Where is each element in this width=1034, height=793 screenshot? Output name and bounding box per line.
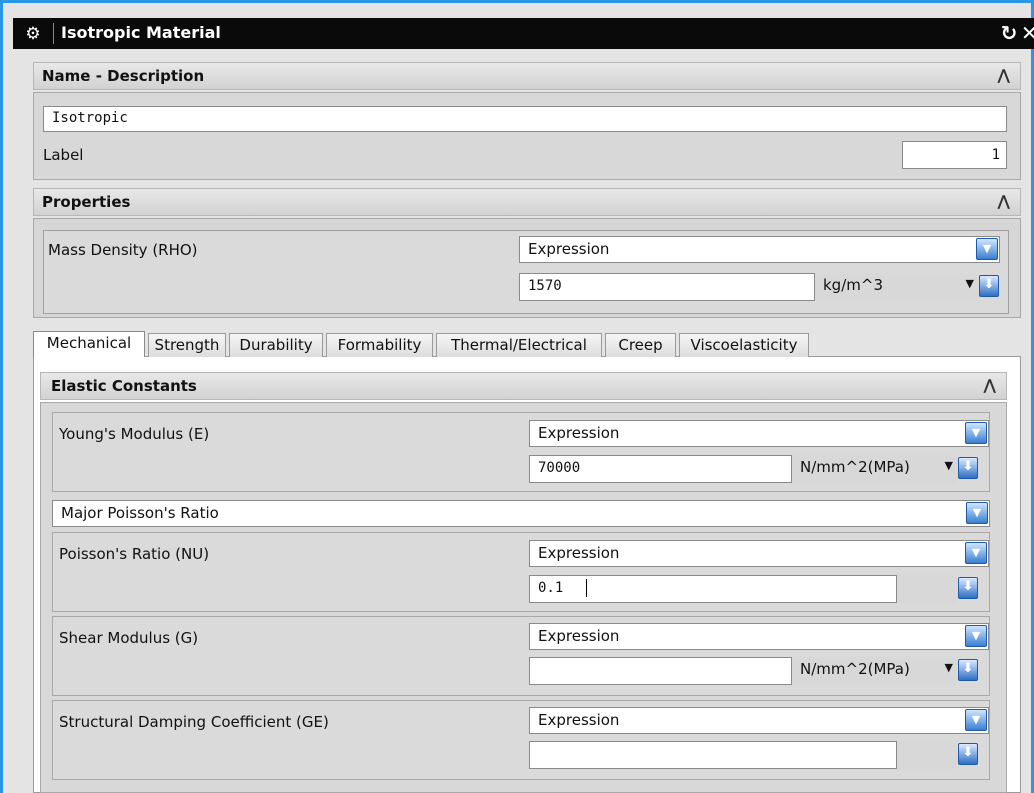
- tab-mechanical[interactable]: Mechanical: [33, 331, 145, 357]
- dropdown-icon[interactable]: ▼: [965, 709, 987, 731]
- tab-viscoelasticity[interactable]: Viscoelasticity: [679, 333, 809, 357]
- unit-label: kg/m^3: [823, 276, 883, 294]
- poisson-ratio-value-input[interactable]: 0.1: [529, 575, 897, 603]
- collapse-icon[interactable]: ⋀: [983, 376, 996, 394]
- properties-header[interactable]: Properties ⋀: [33, 188, 1021, 216]
- gear-icon[interactable]: ⚙: [23, 24, 43, 44]
- section-title: Name - Description: [42, 67, 205, 85]
- down-arrow-icon[interactable]: ⬇: [958, 577, 978, 599]
- dropdown-icon[interactable]: ▼: [976, 238, 998, 260]
- mass-density-type-select[interactable]: Expression ▼: [519, 236, 1000, 263]
- tab-creep[interactable]: Creep: [605, 333, 676, 357]
- close-icon[interactable]: ✕: [1021, 21, 1034, 45]
- name-input[interactable]: Isotropic: [43, 106, 1007, 132]
- youngs-modulus-label: Young's Modulus (E): [59, 425, 210, 443]
- chevron-down-icon: ▼: [944, 661, 953, 674]
- structural-damping-type-select[interactable]: Expression ▼: [529, 707, 989, 734]
- mass-density-label: Mass Density (RHO): [48, 241, 198, 259]
- unit-label: N/mm^2(MPa): [800, 458, 910, 476]
- poisson-ratio-type-select[interactable]: Major Poisson's Ratio ▼: [52, 500, 990, 527]
- reset-icon[interactable]: ↻: [998, 21, 1020, 45]
- chevron-down-icon: ▼: [965, 277, 974, 290]
- down-arrow-icon[interactable]: ⬇: [958, 743, 978, 765]
- tab-formability[interactable]: Formability: [326, 333, 433, 357]
- shear-modulus-type-select[interactable]: Expression ▼: [529, 623, 989, 650]
- mass-density-value-input[interactable]: 1570: [519, 273, 815, 301]
- title-separator: [53, 23, 54, 44]
- dropdown-icon[interactable]: ▼: [965, 422, 987, 444]
- shear-modulus-label: Shear Modulus (G): [59, 629, 199, 647]
- dropdown-icon[interactable]: ▼: [966, 502, 988, 524]
- structural-damping-unit-area: [897, 741, 957, 769]
- input-value: 70000: [538, 460, 581, 476]
- chevron-down-icon: ▼: [944, 459, 953, 472]
- selected-value: Major Poisson's Ratio: [61, 504, 219, 522]
- section-title: Properties: [42, 193, 131, 211]
- section-title: Elastic Constants: [51, 377, 197, 395]
- title-bar: ⚙ Isotropic Material ↻ ✕: [13, 18, 1034, 49]
- collapse-icon[interactable]: ⋀: [997, 66, 1010, 84]
- dialog-title: Isotropic Material: [61, 23, 221, 42]
- dropdown-icon[interactable]: ▼: [965, 625, 987, 647]
- poisson-ratio-unit-area: [897, 575, 957, 603]
- youngs-modulus-value-input[interactable]: 70000: [529, 455, 792, 483]
- structural-damping-label: Structural Damping Coefficient (GE): [59, 713, 329, 731]
- selected-value: Expression: [538, 627, 620, 645]
- input-value: 0.1: [538, 580, 564, 596]
- structural-damping-value-input[interactable]: [529, 741, 897, 769]
- tab-thermal-electrical[interactable]: Thermal/Electrical: [436, 333, 602, 357]
- shear-modulus-value-input[interactable]: [529, 657, 792, 685]
- unit-label: N/mm^2(MPa): [800, 660, 910, 678]
- collapse-icon[interactable]: ⋀: [997, 192, 1010, 210]
- youngs-modulus-type-select[interactable]: Expression ▼: [529, 420, 989, 447]
- youngs-modulus-unit-select[interactable]: N/mm^2(MPa) ▼: [792, 455, 957, 483]
- text-cursor: [586, 579, 587, 597]
- tab-strength[interactable]: Strength: [148, 333, 226, 357]
- down-arrow-icon[interactable]: ⬇: [958, 659, 978, 681]
- selected-value: Expression: [538, 711, 620, 729]
- mass-density-unit-select[interactable]: kg/m^3 ▼: [815, 273, 978, 301]
- selected-value: Expression: [538, 544, 620, 562]
- poisson-ratio-expression-select[interactable]: Expression ▼: [529, 540, 989, 567]
- tab-durability[interactable]: Durability: [229, 333, 323, 357]
- elastic-constants-header[interactable]: Elastic Constants ⋀: [40, 372, 1007, 400]
- down-arrow-icon[interactable]: ⬇: [979, 275, 999, 297]
- selected-value: Expression: [528, 240, 610, 258]
- name-description-header[interactable]: Name - Description ⋀: [33, 62, 1021, 90]
- down-arrow-icon[interactable]: ⬇: [958, 457, 978, 479]
- shear-modulus-unit-select[interactable]: N/mm^2(MPa) ▼: [792, 657, 957, 685]
- label-input[interactable]: 1: [902, 141, 1007, 169]
- selected-value: Expression: [538, 424, 620, 442]
- input-value: 1570: [528, 278, 562, 294]
- poisson-ratio-label: Poisson's Ratio (NU): [59, 545, 210, 563]
- label-label: Label: [43, 146, 84, 164]
- dropdown-icon[interactable]: ▼: [965, 542, 987, 564]
